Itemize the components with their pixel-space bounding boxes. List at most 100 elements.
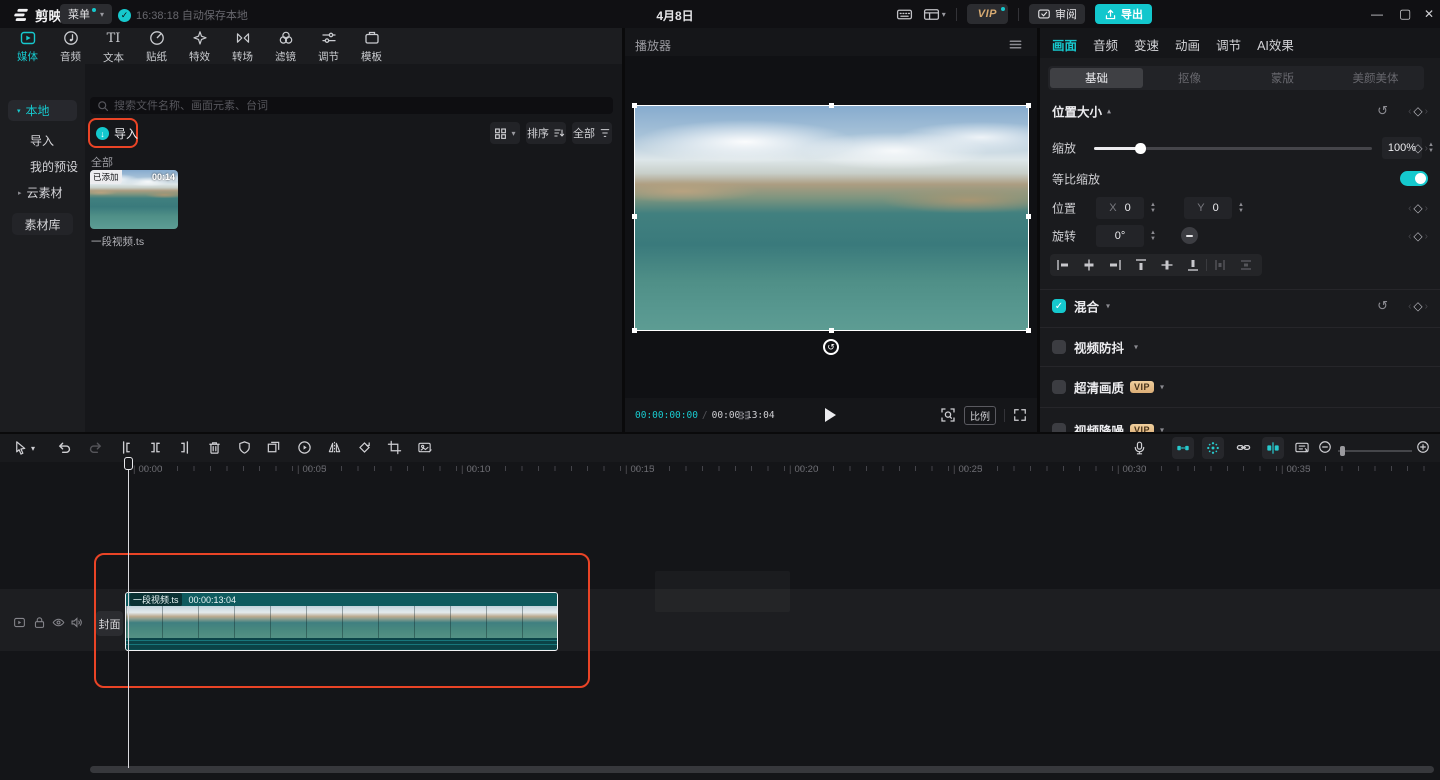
keyframe-next-icon[interactable]: › <box>1425 301 1428 312</box>
subtab-keying[interactable]: 抠像 <box>1143 68 1236 88</box>
resize-handle[interactable] <box>1026 103 1031 108</box>
keyframe-prev-icon[interactable]: ‹ <box>1408 301 1411 312</box>
vip-button[interactable]: VIP <box>967 4 1008 24</box>
zoom-out-icon[interactable] <box>1318 440 1332 454</box>
position-y-field[interactable]: Y 0 <box>1184 197 1232 219</box>
frame-view-icon[interactable] <box>737 408 751 422</box>
chevron-down-icon[interactable]: ▾ <box>1160 383 1164 392</box>
sort-button[interactable]: 排序 <box>526 122 566 144</box>
video-preview[interactable] <box>634 105 1029 331</box>
chevron-down-icon[interactable]: ▾ <box>1160 426 1164 433</box>
sidebar-item-presets[interactable]: 我的预设 <box>30 158 78 175</box>
sidebar-item-local[interactable]: ▾ 本地 <box>8 100 77 121</box>
play-button[interactable] <box>825 408 836 422</box>
sidebar-item-import[interactable]: 导入 <box>30 132 54 149</box>
window-minimize-button[interactable]: — <box>1371 7 1383 21</box>
filter-button[interactable]: 全部 <box>572 122 612 144</box>
playhead-line[interactable] <box>128 470 129 768</box>
keyframe-prev-icon[interactable]: ‹ <box>1408 203 1411 214</box>
rotate-stepper[interactable]: ▲▼ <box>1147 225 1159 247</box>
split-icon[interactable] <box>148 440 163 455</box>
view-mode-button[interactable]: ▾ <box>490 122 520 144</box>
align-center-vertical-button[interactable] <box>1154 254 1180 276</box>
rotate-value[interactable]: 0° <box>1096 225 1144 247</box>
resize-handle[interactable] <box>632 328 637 333</box>
reverse-icon[interactable] <box>297 440 312 455</box>
align-right-button[interactable] <box>1102 254 1128 276</box>
subtab-basic[interactable]: 基础 <box>1050 68 1143 88</box>
mute-icon[interactable] <box>70 616 83 629</box>
position-x-stepper[interactable]: ▲▼ <box>1147 197 1159 219</box>
media-card[interactable]: 已添加 00:14 <box>90 170 178 229</box>
keyframe-prev-icon[interactable]: ‹ <box>1408 143 1411 154</box>
keyframe-next-icon[interactable]: › <box>1425 143 1428 154</box>
align-center-horizontal-button[interactable] <box>1076 254 1102 276</box>
resize-handle[interactable] <box>632 103 637 108</box>
tab-adjust[interactable]: 调节 <box>307 30 350 64</box>
tab-sticker[interactable]: 贴纸 <box>135 30 178 64</box>
horizontal-scrollbar[interactable] <box>90 766 1434 773</box>
search-bar[interactable] <box>90 97 613 114</box>
snap-toggle[interactable] <box>1172 437 1194 459</box>
delete-icon[interactable] <box>207 440 222 455</box>
split-right-icon[interactable] <box>178 440 193 455</box>
tab-effects[interactable]: 特效 <box>178 30 221 64</box>
keyframe-diamond-icon[interactable]: ◇ <box>1413 299 1422 313</box>
tab-text[interactable]: TI 文本 <box>92 30 135 64</box>
tab-picture[interactable]: 画面 <box>1052 35 1077 54</box>
mirror-icon[interactable] <box>327 440 342 455</box>
playhead-handle[interactable] <box>124 457 133 470</box>
player-menu-icon[interactable] <box>1008 37 1023 52</box>
zoom-slider-knob[interactable] <box>1340 446 1345 456</box>
tab-filter[interactable]: 滤镜 <box>264 30 307 64</box>
keyboard-shortcut-icon[interactable] <box>896 6 913 23</box>
matting-icon[interactable] <box>417 440 433 455</box>
position-y-stepper[interactable]: ▲▼ <box>1235 197 1247 219</box>
cursor-tool-caret[interactable]: ▾ <box>31 444 35 453</box>
blend-checkbox[interactable]: ✓ <box>1052 299 1066 313</box>
keyframe-next-icon[interactable]: › <box>1425 203 1428 214</box>
keyframe-next-icon[interactable]: › <box>1425 231 1428 242</box>
keyframe-diamond-icon[interactable]: ◇ <box>1413 229 1422 243</box>
menu-button[interactable]: 菜单 ▾ <box>60 4 112 24</box>
align-top-button[interactable] <box>1128 254 1154 276</box>
cover-record-icon[interactable] <box>1294 440 1310 455</box>
link-toggle[interactable] <box>1236 440 1251 455</box>
reset-icon[interactable]: ↺ <box>1377 103 1388 119</box>
rotate-tool-icon[interactable] <box>357 440 372 455</box>
keyframe-prev-icon[interactable]: ‹ <box>1408 106 1411 117</box>
slider-knob[interactable] <box>1135 143 1146 154</box>
cursor-tool-icon[interactable] <box>13 440 28 455</box>
align-left-button[interactable] <box>1050 254 1076 276</box>
resize-handle[interactable] <box>1026 328 1031 333</box>
fullscreen-icon[interactable] <box>1013 408 1027 422</box>
uniform-scale-toggle[interactable] <box>1400 171 1428 186</box>
export-button[interactable]: 导出 <box>1095 4 1152 24</box>
rotate-dial[interactable] <box>1181 227 1198 244</box>
preview-axis-toggle[interactable] <box>1262 437 1284 459</box>
keyframe-diamond-icon[interactable]: ◇ <box>1413 141 1422 155</box>
chevron-down-icon[interactable]: ▾ <box>1134 343 1138 352</box>
align-bottom-button[interactable] <box>1180 254 1206 276</box>
sidebar-item-cloud[interactable]: ▸ 云素材 <box>18 184 63 201</box>
tab-transition[interactable]: 转场 <box>221 30 264 64</box>
split-left-icon[interactable] <box>118 440 133 455</box>
collapse-caret-icon[interactable]: ▴ <box>1107 107 1111 116</box>
lock-icon[interactable] <box>33 616 46 629</box>
freeze-frame-icon[interactable] <box>266 440 281 455</box>
beat-marker-toggle[interactable] <box>1202 437 1224 459</box>
record-voice-icon[interactable] <box>1132 440 1147 456</box>
mask-icon[interactable] <box>237 440 252 455</box>
tab-speed[interactable]: 变速 <box>1134 35 1159 54</box>
import-button[interactable]: ↓ 导入 <box>96 125 138 142</box>
sidebar-item-library[interactable]: 素材库 <box>12 213 73 235</box>
reset-icon[interactable]: ↺ <box>1377 298 1388 314</box>
track-type-icon[interactable] <box>13 616 26 629</box>
tab-audio[interactable]: 音频 <box>49 30 92 64</box>
window-close-button[interactable]: ✕ <box>1424 7 1434 21</box>
tab-audio-settings[interactable]: 音频 <box>1093 35 1118 54</box>
rotate-handle[interactable]: ↺ <box>823 339 839 355</box>
tab-animation[interactable]: 动画 <box>1175 35 1200 54</box>
subtab-mask[interactable]: 蒙版 <box>1236 68 1329 88</box>
tab-adjust-settings[interactable]: 调节 <box>1216 35 1241 54</box>
